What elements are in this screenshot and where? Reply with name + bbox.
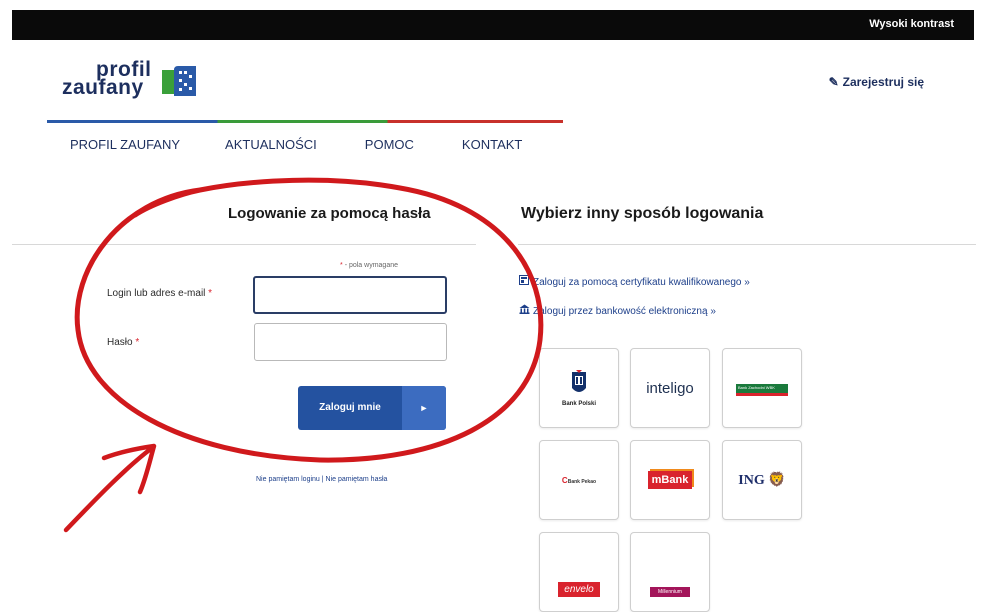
nav-accent-line — [47, 120, 563, 123]
forgot-login-link[interactable]: Nie pamiętam loginu — [256, 476, 320, 483]
certificate-login-link[interactable]: Zaloguj za pomocą certyfikatu kwalifikow… — [519, 275, 750, 288]
required-star: * — [340, 262, 343, 269]
login-submit-label: Zaloguj mnie — [319, 402, 381, 413]
forgot-separator: | — [321, 476, 324, 483]
bank-tile-ing[interactable]: ING 🦁 — [722, 440, 802, 520]
login-label: Login lub adres e-mail * — [107, 288, 212, 299]
divider-right — [518, 244, 976, 245]
arrow-right-icon: ► — [402, 386, 446, 430]
login-submit-button[interactable]: Zaloguj mnie ► — [298, 386, 446, 430]
login-label-text: Login lub adres e-mail — [107, 288, 206, 299]
certificate-login-label: Zaloguj za pomocą certyfikatu kwalifikow… — [533, 277, 750, 288]
nav-item-profil-zaufany[interactable]: PROFIL ZAUFANY — [70, 137, 180, 152]
bzwbk-logo-icon: Bank Zachodni WBK — [736, 383, 788, 396]
high-contrast-link[interactable]: Wysoki kontrast — [869, 18, 954, 30]
bank-tile-bzwbk[interactable]: Bank Zachodni WBK — [722, 348, 802, 428]
pekao-logo-icon: CBank Pekao — [561, 475, 597, 485]
bzwbk-name: Bank Zachodni WBK — [738, 384, 775, 390]
certificate-icon — [519, 275, 530, 288]
mbank-logo-icon: mBank — [647, 471, 693, 489]
pko-bank-name: Bank Polski — [561, 400, 596, 407]
bank-icon — [519, 304, 530, 317]
pekao-name: Bank Pekao — [567, 478, 597, 485]
ing-logo-icon: ING 🦁 — [738, 472, 786, 488]
ing-name: ING — [738, 472, 765, 488]
top-bar: Wysoki kontrast — [12, 10, 974, 40]
required-fields-note: * - pola wymagane — [340, 262, 398, 269]
password-label: Hasło * — [107, 337, 139, 348]
bank-login-label: Zaloguj przez bankowość elektroniczną » — [533, 306, 716, 317]
forgot-links: Nie pamiętam loginu | Nie pamiętam hasła — [256, 476, 387, 483]
pko-bank-polski-logo-icon — [572, 369, 586, 392]
required-note-text: - pola wymagane — [344, 262, 398, 269]
inteligo-logo-icon: inteligo — [646, 379, 694, 397]
bank-tile-pko[interactable]: Bank Polski — [539, 348, 619, 428]
bank-tile-mbank[interactable]: mBank — [630, 440, 710, 520]
required-star: * — [135, 337, 140, 348]
profil-zaufany-logo[interactable]: profil zaufany — [62, 58, 212, 106]
login-input[interactable] — [253, 276, 447, 314]
alternative-login-heading: Wybierz inny sposób logowania — [521, 205, 764, 222]
bank-tile-pekao[interactable]: CBank Pekao — [539, 440, 619, 520]
annotation-arrow-icon — [63, 443, 157, 533]
bank-tile-millennium[interactable]: Millennium — [630, 532, 710, 612]
logo-mark-icon — [162, 66, 196, 96]
register-link[interactable]: ✎ Zarejestruj się — [829, 75, 924, 89]
pencil-icon: ✎ — [828, 75, 839, 89]
nav-item-pomoc[interactable]: POMOC — [365, 137, 414, 152]
login-heading: Logowanie za pomocą hasła — [228, 205, 431, 222]
millennium-logo-icon: Millennium — [650, 587, 690, 597]
password-label-text: Hasło — [107, 337, 133, 348]
required-star: * — [208, 288, 213, 299]
bank-tile-inteligo[interactable]: inteligo — [630, 348, 710, 428]
nav-item-kontakt[interactable]: KONTAKT — [462, 137, 522, 152]
divider-left — [12, 244, 476, 245]
logo-text-zaufany: zaufany — [62, 76, 144, 99]
bank-tile-envelo[interactable]: envelo — [539, 532, 619, 612]
main-nav: PROFIL ZAUFANY AKTUALNOŚCI POMOC KONTAKT — [70, 137, 522, 152]
bank-login-link[interactable]: Zaloguj przez bankowość elektroniczną » — [519, 304, 716, 317]
envelo-logo-icon: envelo — [558, 582, 600, 597]
password-input[interactable] — [254, 323, 447, 361]
register-label: Zarejestruj się — [842, 75, 924, 89]
nav-item-aktualnosci[interactable]: AKTUALNOŚCI — [225, 137, 317, 152]
forgot-password-link[interactable]: Nie pamiętam hasła — [326, 476, 388, 483]
